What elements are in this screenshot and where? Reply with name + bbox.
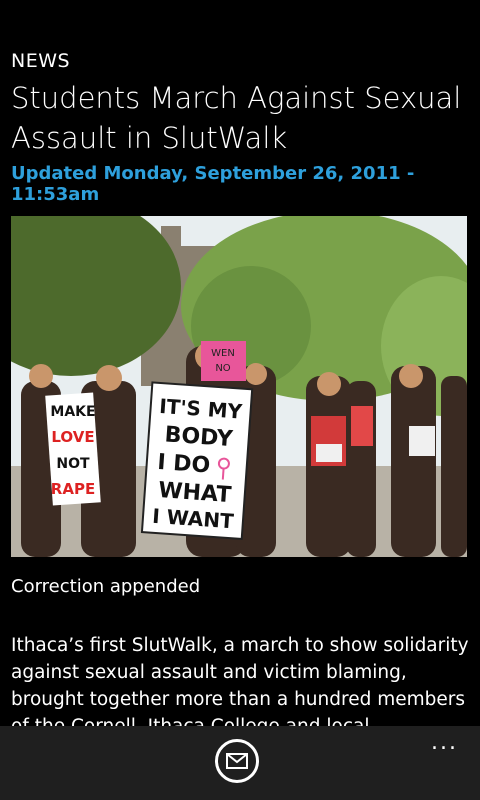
make-love-sign: MAKE LOVE NOT RAPE — [45, 392, 101, 506]
article-photo: WEN NO MAKE LOVE NOT RAPE IT'S MY BODY I… — [11, 216, 467, 557]
updated-timestamp: Updated Monday, September 26, 2011 - 11:… — [11, 163, 415, 205]
pink-sign-line-1: WEN — [211, 348, 235, 359]
svg-text:WHAT: WHAT — [158, 478, 233, 508]
svg-text:I DO: I DO — [157, 450, 211, 479]
app-bar: ... — [0, 726, 480, 800]
section-label: NEWS — [11, 50, 71, 72]
mail-button[interactable] — [215, 739, 259, 783]
article-headline: Students March Against Sexual Assault in… — [11, 81, 462, 155]
article-body: Ithaca’s first SlutWalk, a march to show… — [11, 635, 469, 732]
svg-text:BODY: BODY — [164, 422, 235, 452]
more-options-button[interactable]: ... — [431, 730, 458, 755]
pink-sign — [201, 341, 246, 381]
svg-text:MAKE: MAKE — [50, 404, 95, 420]
photo-caption: Correction appended — [11, 576, 201, 597]
its-my-body-sign: IT'S MY BODY I DO WHAT I WANT — [140, 381, 254, 541]
pink-sign-line-2: NO — [215, 363, 230, 374]
svg-text:NOT: NOT — [56, 456, 90, 472]
svg-text:LOVE: LOVE — [51, 428, 94, 446]
mail-icon — [226, 753, 248, 769]
svg-text:RAPE: RAPE — [51, 480, 95, 498]
